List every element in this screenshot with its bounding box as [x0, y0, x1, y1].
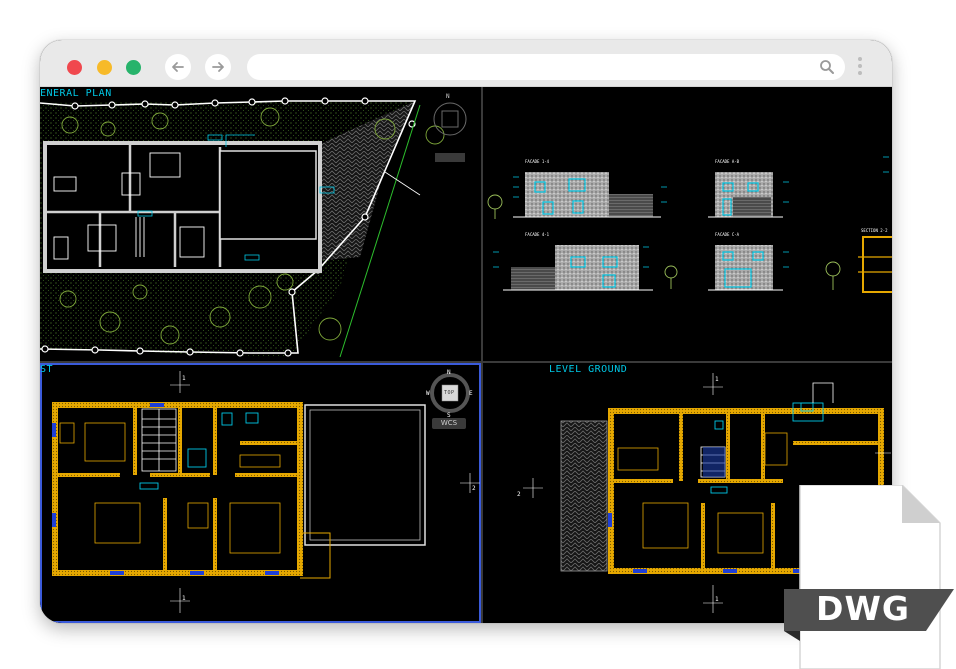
first-floor-title: ST — [40, 364, 54, 375]
ground-section-marker-1-bottom: 1 — [715, 596, 720, 603]
section-2-2-label: SECTION 2-2 — [861, 228, 888, 233]
section-marker-1-bottom: 1 — [182, 595, 187, 602]
search-icon[interactable] — [819, 59, 835, 75]
site-plan-drawing — [40, 97, 467, 358]
browser-window: ENERAL PLAN N FACADE 1-4 FACADE A-B FACA… — [40, 40, 892, 623]
viewcube-w-label[interactable]: W — [426, 390, 430, 397]
address-input[interactable] — [261, 57, 805, 79]
ground-section-marker-1-top: 1 — [715, 376, 720, 383]
compass-n-label: N — [446, 93, 451, 100]
wcs-menu-button[interactable]: WCS — [432, 418, 466, 429]
kebab-menu-icon[interactable] — [856, 54, 864, 80]
viewcube-top-face[interactable]: TOP — [444, 390, 455, 396]
arrow-left-icon — [172, 62, 184, 72]
general-plan-title: ENERAL PLAN — [40, 88, 112, 99]
viewport-facades[interactable]: FACADE 1-4 FACADE A-B FACADE 4-1 FACADE … — [483, 87, 892, 361]
level-ground-title: LEVEL GROUND — [549, 364, 628, 375]
section-marker-1-top: 1 — [182, 375, 187, 382]
dwg-file-label: DWG — [816, 589, 910, 628]
viewcube-e-label[interactable]: E — [469, 390, 473, 397]
forward-button[interactable] — [205, 54, 231, 80]
close-window-button[interactable] — [67, 60, 82, 75]
cad-canvas[interactable]: ENERAL PLAN N FACADE 1-4 FACADE A-B FACA… — [40, 87, 892, 623]
viewcube-n-label[interactable]: N — [447, 369, 451, 376]
dwg-file-icon — [784, 485, 954, 669]
facades-drawing — [487, 156, 892, 293]
viewport-general-plan[interactable]: ENERAL PLAN N — [40, 87, 481, 361]
viewport-first-floor[interactable]: ST 1 1 2 N S E W TOP WCS — [40, 363, 481, 623]
minimize-window-button[interactable] — [97, 60, 112, 75]
section-marker-2-right: 2 — [472, 485, 477, 492]
viewport-divider-vertical[interactable] — [481, 87, 483, 623]
first-floor-plan — [52, 371, 480, 613]
browser-toolbar — [40, 40, 892, 87]
viewport-divider-horizontal[interactable] — [40, 361, 892, 363]
facade-c-a-label: FACADE C-A — [715, 232, 740, 237]
facade-1-4-label: FACADE 1-4 — [525, 159, 550, 164]
address-bar[interactable] — [247, 54, 845, 80]
facade-a-b-label: FACADE A-B — [715, 159, 740, 164]
back-button[interactable] — [165, 54, 191, 80]
maximize-window-button[interactable] — [126, 60, 141, 75]
ground-section-marker-2-left: 2 — [517, 491, 522, 498]
arrow-right-icon — [212, 62, 224, 72]
facade-4-1-label: FACADE 4-1 — [525, 232, 550, 237]
